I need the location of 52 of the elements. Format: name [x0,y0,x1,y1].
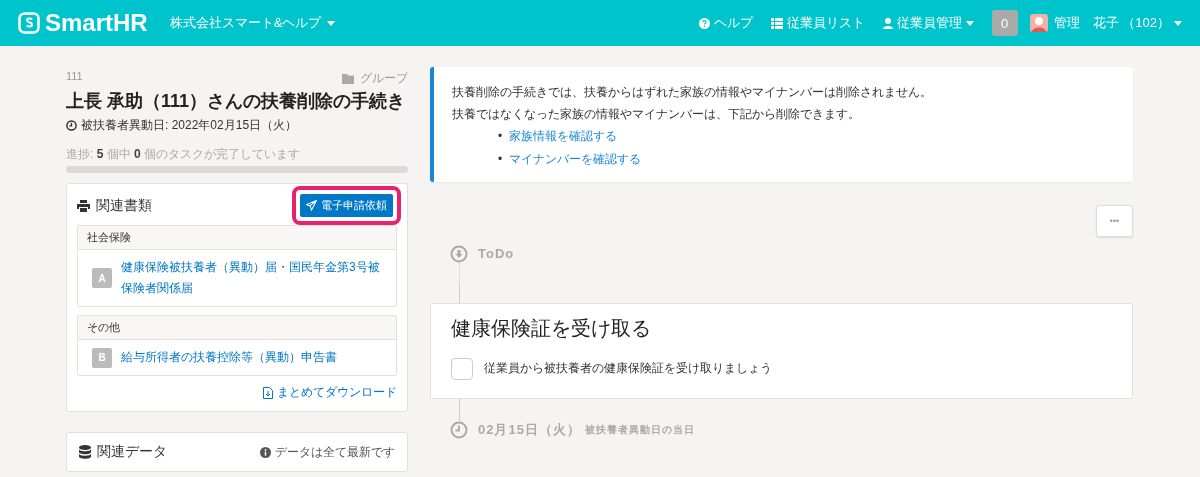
notice-link[interactable]: 家族情報を確認する [509,125,618,148]
paper-plane-icon [306,200,317,212]
e-application-button[interactable]: 電子申請依頼 [300,194,393,218]
task-title: 健康保険証を受け取る [451,315,652,341]
group-header: 社会保険 [78,226,396,251]
checkbox-label: 従業員から被扶養者の健康保険証を受け取りましょう [484,360,772,378]
info-icon [260,446,271,458]
date-caption: 被扶養者異動日の当日 [584,422,695,437]
group-header: その他 [78,316,396,341]
caret-icon [1174,20,1182,26]
list-icon [770,17,783,29]
data-note: データは全て最新です [275,443,395,461]
logo-text: SmartHR [45,9,148,37]
letter-badge: A [92,268,112,289]
date-label: 02月15日（火） [478,420,581,439]
nav-link[interactable]: ヘルプ [698,14,753,32]
account-menu[interactable]: 管理 花子 （102） [1029,14,1182,32]
nav-link[interactable]: 従業員リスト [770,14,865,32]
bullet: • [498,128,503,146]
document-link[interactable]: 給与所得者の扶養控除等（異動）申告書 [121,347,337,369]
user-icon [882,17,893,29]
folder-icon [342,73,355,84]
notification-badge[interactable]: 0 [991,10,1018,36]
document-link[interactable]: 健康保険被扶養者（異動）届・国民年金第3号被保険者関係届 [121,257,382,300]
card-title: 関連データ [97,443,167,462]
letter-badge: B [92,347,112,368]
status-label: ToDo [478,246,515,262]
caret-icon [327,20,336,26]
printer-icon [77,199,90,212]
nav-link[interactable]: 従業員管理 [882,14,974,32]
checkbox[interactable] [451,357,473,380]
clock-icon [450,420,468,439]
avatar-icon [1029,14,1048,32]
change-date: 被扶養者異動日: 2022年02月15日（火） [81,117,298,135]
help-icon [698,17,710,29]
notice-link[interactable]: マイナンバーを確認する [509,147,642,170]
bullet: • [498,150,503,168]
download-link[interactable]: まとめてダウンロード [263,384,397,402]
more-button[interactable]: ••• [1096,204,1133,237]
file-download-icon [263,386,273,399]
procedure-title: 上長 承助（111）さんの扶養削除の手続き [66,90,406,113]
progress-text: 進捗: 5 個中 0 個のタスクが完了しています [66,146,302,164]
download-circle-icon [450,244,468,263]
company-switcher[interactable]: 株式会社スマート&ヘルプ [169,14,336,32]
clock-icon [66,120,77,132]
notice-text: 扶養削除の手続きでは、扶養からはずれた家族の情報やマイナンバーは削除されません。 [452,84,933,101]
procedure-number: 111 [66,70,83,84]
notice-text: 扶養ではなくなった家族の情報やマイナンバーは、下記から削除できます。 [452,106,861,124]
logo-icon [18,12,40,34]
group-label: グループ [360,70,408,87]
card-title: 関連書類 [96,196,152,215]
database-icon [79,445,91,460]
